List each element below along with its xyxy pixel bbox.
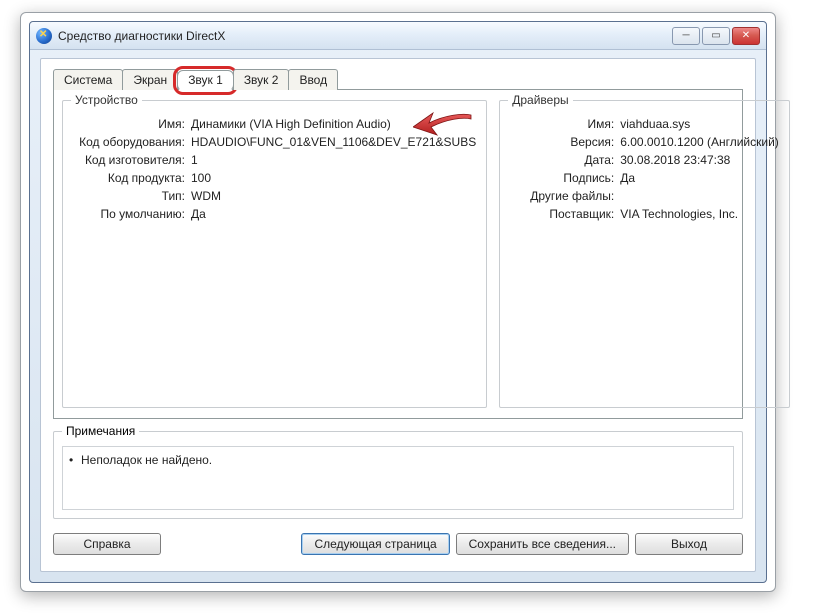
drivers-signed-row: Подпись: Да [510,169,779,187]
tab-screen[interactable]: Экран [122,69,178,90]
tab-sound-2[interactable]: Звук 2 [233,69,290,90]
dxdiag-icon [36,28,52,44]
drivers-date-label: Дата: [510,151,620,169]
window-title: Средство диагностики DirectX [58,29,225,43]
client-area: Система Экран Звук 1 Звук 2 Ввод Устройс… [40,58,756,572]
next-page-button[interactable]: Следующая страница [301,533,449,555]
exit-button[interactable]: Выход [635,533,743,555]
device-prodid-label: Код продукта: [73,169,191,187]
device-type-value: WDM [191,187,476,205]
window-chrome: Средство диагностики DirectX ─ ▭ ✕ Систе… [29,21,767,583]
button-spacer [167,533,295,555]
device-default-value: Да [191,205,476,223]
tab-system[interactable]: Система [53,69,123,90]
titlebar[interactable]: Средство диагностики DirectX ─ ▭ ✕ [30,22,766,50]
drivers-legend: Драйверы [508,93,572,107]
drivers-name-row: Имя: viahduaa.sys [510,115,779,133]
notes-item: Неполадок не найдено. [73,453,723,467]
window-outer-frame: Средство диагностики DirectX ─ ▭ ✕ Систе… [20,12,776,592]
device-prodid-value: 100 [191,169,476,187]
device-type-row: Тип: WDM [73,187,476,205]
device-mfgid-row: Код изготовителя: 1 [73,151,476,169]
drivers-vendor-value: VIA Technologies, Inc. [620,205,779,223]
device-mfgid-label: Код изготовителя: [73,151,191,169]
maximize-button[interactable]: ▭ [702,27,730,45]
drivers-version-row: Версия: 6.00.0010.1200 (Английский) [510,133,779,151]
tab-panel: Устройство Имя: Динамики (VIA High Defin… [53,89,743,419]
drivers-vendor-label: Поставщик: [510,205,620,223]
drivers-groupbox: Драйверы Имя: viahduaa.sys Версия: 6.00.… [499,100,790,408]
notes-list[interactable]: Неполадок не найдено. [62,446,734,510]
drivers-date-row: Дата: 30.08.2018 23:47:38 [510,151,779,169]
device-hwid-value: HDAUDIO\FUNC_01&VEN_1106&DEV_E721&SUBS [191,133,476,151]
drivers-signed-value: Да [620,169,779,187]
device-hwid-label: Код оборудования: [73,133,191,151]
device-mfgid-value: 1 [191,151,476,169]
close-button[interactable]: ✕ [732,27,760,45]
device-name-row: Имя: Динамики (VIA High Definition Audio… [73,115,476,133]
minimize-button[interactable]: ─ [672,27,700,45]
device-prodid-row: Код продукта: 100 [73,169,476,187]
drivers-other-row: Другие файлы: [510,187,779,205]
tab-strip: Система Экран Звук 1 Звук 2 Ввод [53,69,743,90]
device-default-row: По умолчанию: Да [73,205,476,223]
tab-sound-1[interactable]: Звук 1 [177,70,234,91]
drivers-signed-label: Подпись: [510,169,620,187]
help-button[interactable]: Справка [53,533,161,555]
notes-groupbox: Примечания Неполадок не найдено. [53,431,743,519]
tab-input[interactable]: Ввод [288,69,338,90]
device-legend: Устройство [71,93,142,107]
device-hwid-row: Код оборудования: HDAUDIO\FUNC_01&VEN_11… [73,133,476,151]
drivers-version-label: Версия: [510,133,620,151]
device-type-label: Тип: [73,187,191,205]
device-default-label: По умолчанию: [73,205,191,223]
device-groupbox: Устройство Имя: Динамики (VIA High Defin… [62,100,487,408]
device-name-label: Имя: [73,115,191,133]
button-row: Справка Следующая страница Сохранить все… [53,533,743,555]
drivers-name-value: viahduaa.sys [620,115,779,133]
device-name-value: Динамики (VIA High Definition Audio) [191,115,476,133]
notes-legend: Примечания [62,424,139,438]
window-caption-buttons: ─ ▭ ✕ [672,27,760,45]
drivers-vendor-row: Поставщик: VIA Technologies, Inc. [510,205,779,223]
drivers-date-value: 30.08.2018 23:47:38 [620,151,779,169]
save-all-button[interactable]: Сохранить все сведения... [456,533,629,555]
drivers-name-label: Имя: [510,115,620,133]
drivers-other-value [620,187,779,205]
drivers-other-label: Другие файлы: [510,187,620,205]
drivers-version-value: 6.00.0010.1200 (Английский) [620,133,779,151]
